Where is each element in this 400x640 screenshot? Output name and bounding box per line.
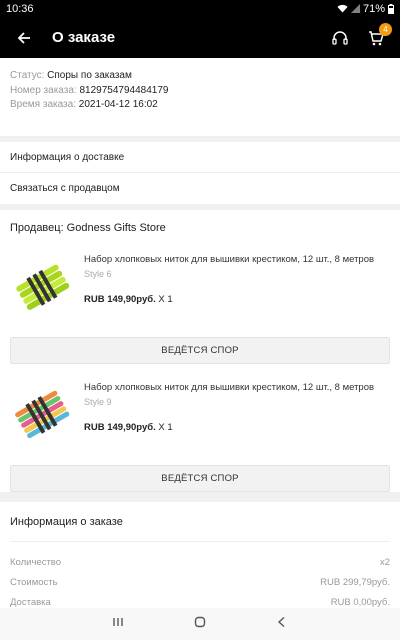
recent-apps-icon <box>113 618 123 626</box>
contact-seller-link[interactable]: Связаться с продавцом <box>0 173 400 204</box>
home-button[interactable] <box>194 615 206 633</box>
signal-icon <box>350 4 360 13</box>
summary-row: Количество x2 <box>10 552 390 572</box>
order-summary-card: Информация о заказе Количество x2 Стоимо… <box>0 502 400 608</box>
dispute-button[interactable]: ВЕДЁТСЯ СПОР <box>10 465 390 492</box>
content: Статус: Споры по заказам Номер заказа: 8… <box>0 58 400 608</box>
product-price: RUB 149,90руб. <box>84 422 156 433</box>
product-details: Набор хлопковых ниток для вышивки крести… <box>84 382 390 462</box>
product-name: Набор хлопковых ниток для вышивки крести… <box>84 254 375 265</box>
order-number-row: Номер заказа: 8129754794484179 <box>10 84 390 99</box>
order-time-label: Время заказа: <box>10 99 76 110</box>
summary-row: Стоимость RUB 299,79руб. <box>10 572 390 592</box>
product-style: Style 9 <box>84 397 112 407</box>
product-name: Набор хлопковых ниток для вышивки крести… <box>84 382 375 393</box>
order-number-value: 8129754794484179 <box>79 84 169 96</box>
order-time-row: Время заказа: 2021-04-12 16:02 <box>10 98 390 113</box>
battery-icon <box>388 3 394 14</box>
system-nav-bar <box>0 608 400 640</box>
summary-row: Доставка RUB 0,00руб. <box>10 592 390 608</box>
order-info-card: Статус: Споры по заказам Номер заказа: 8… <box>0 58 400 136</box>
order-status-row: Статус: Споры по заказам <box>10 69 390 84</box>
recent-apps-button[interactable] <box>112 615 124 633</box>
order-status-value: Споры по заказам <box>47 70 132 81</box>
product-qty: X 1 <box>158 422 173 433</box>
app-bar: О заказе 4 <box>0 17 400 58</box>
product-qty: X 1 <box>158 294 173 305</box>
links-card: Информация о доставке Связаться с продав… <box>0 142 400 204</box>
support-button[interactable] <box>322 17 358 58</box>
home-icon <box>194 616 206 628</box>
seller-card: Продавец: Godness Gifts Store Набор хлоп… <box>0 210 400 492</box>
status-bar: 10:36 71% <box>0 0 400 17</box>
product-price-row: RUB 149,90руб. X 1 <box>84 422 390 433</box>
summary-label: Доставка <box>10 596 51 608</box>
dispute-button[interactable]: ВЕДЁТСЯ СПОР <box>10 337 390 364</box>
summary-value: RUB 0,00руб. <box>330 596 390 608</box>
product-price-row: RUB 149,90руб. X 1 <box>84 294 390 305</box>
order-time-value: 2021-04-12 16:02 <box>78 99 158 110</box>
summary-label: Количество <box>10 556 62 568</box>
status-time: 10:36 <box>6 2 34 15</box>
product-item[interactable]: Набор хлопковых ниток для вышивки крести… <box>10 246 390 334</box>
product-price: RUB 149,90руб. <box>84 294 156 305</box>
product-item[interactable]: Набор хлопковых ниток для вышивки крести… <box>10 374 390 462</box>
nav-back-icon <box>277 616 285 628</box>
arrow-back-icon <box>17 31 30 44</box>
cart-count-badge: 4 <box>379 23 392 36</box>
nav-back-button[interactable] <box>276 615 288 633</box>
back-button[interactable] <box>0 17 48 58</box>
product-details: Набор хлопковых ниток для вышивки крести… <box>84 254 390 334</box>
wifi-icon <box>337 4 348 13</box>
summary-value: x2 <box>379 556 390 568</box>
battery-percent: 71% <box>362 2 385 15</box>
status-icons: 71% <box>337 3 394 15</box>
delivery-info-link[interactable]: Информация о доставке <box>0 142 400 173</box>
product-image <box>10 382 74 446</box>
product-style: Style 6 <box>84 269 112 279</box>
cart-button[interactable]: 4 <box>358 17 394 58</box>
summary-value: RUB 299,79руб. <box>320 576 390 588</box>
page-title: О заказе <box>52 29 116 46</box>
product-image <box>10 254 74 318</box>
summary-title: Информация о заказе <box>10 502 390 542</box>
order-status-label: Статус: <box>10 70 45 81</box>
order-number-label: Номер заказа: <box>10 84 77 96</box>
headset-icon <box>332 30 348 45</box>
summary-label: Стоимость <box>10 576 58 588</box>
seller-name[interactable]: Продавец: Godness Gifts Store <box>10 210 390 246</box>
